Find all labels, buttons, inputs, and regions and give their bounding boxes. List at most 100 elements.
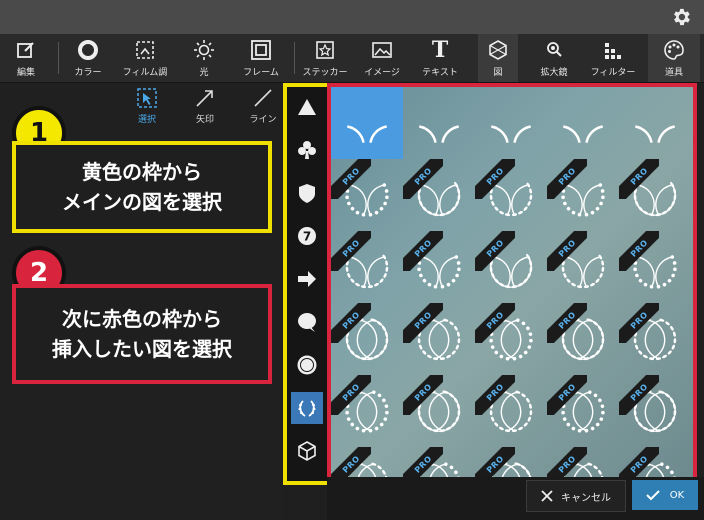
cancel-button[interactable]: キャンセル — [526, 480, 626, 512]
pro-badge: PRO — [475, 375, 515, 415]
triangle-icon — [298, 99, 316, 115]
wreath-cell[interactable]: PRO — [547, 375, 619, 447]
wreath-cell[interactable]: PRO — [331, 303, 403, 375]
pro-label: PRO — [484, 237, 506, 259]
wreath-cell[interactable]: PRO — [475, 375, 547, 447]
wreath-cell[interactable]: PRO — [475, 447, 547, 477]
wreath-cell[interactable]: PRO — [403, 303, 475, 375]
tool-label: フィルター — [590, 68, 636, 78]
shape-grid: PRO PRO PRO PRO PRO PRO PRO PRO PRO PRO PRO PRO PRO P… — [327, 83, 697, 481]
divider — [58, 42, 59, 74]
category-shield[interactable] — [291, 177, 323, 209]
wreath-cell[interactable]: PRO — [403, 375, 475, 447]
wreath-cell[interactable]: PRO — [619, 159, 691, 231]
wreath-cell[interactable] — [619, 87, 691, 159]
laurel-wreath-icon — [490, 125, 532, 144]
film-icon — [134, 39, 156, 61]
subtool-arrow[interactable]: 矢印 — [180, 83, 230, 127]
wreath-cell[interactable]: PRO — [475, 303, 547, 375]
tool-light[interactable]: 光 — [184, 34, 224, 82]
wreath-cell[interactable]: PRO — [331, 159, 403, 231]
edit-icon — [15, 39, 37, 61]
tool-shape[interactable]: 図 — [478, 34, 518, 82]
main-toolbar: 編集 カラー フィルム調 光 フレーム ステッカー イメージ T テキスト 図 … — [0, 34, 704, 83]
tool-label: テキスト — [422, 68, 458, 78]
subtool-row: 選択 矢印 ライン — [118, 83, 282, 127]
wreath-cell[interactable]: PRO — [331, 231, 403, 303]
wreath-cell[interactable]: PRO — [619, 375, 691, 447]
filter-icon — [602, 39, 624, 61]
close-icon — [541, 490, 553, 502]
category-cube[interactable] — [291, 435, 323, 467]
pro-label: PRO — [556, 381, 578, 403]
tool-color[interactable]: カラー — [66, 34, 110, 82]
tool-image[interactable]: イメージ — [360, 34, 404, 82]
callout-text: 黄色の枠から — [82, 160, 202, 184]
shield-icon — [299, 184, 315, 203]
category-number-badge[interactable]: 7 — [291, 220, 323, 252]
pro-label: PRO — [484, 381, 506, 403]
title-bar — [0, 0, 704, 34]
pro-badge: PRO — [331, 303, 371, 343]
subtool-label: ライン — [249, 115, 277, 125]
pro-label: PRO — [340, 381, 362, 403]
wreath-cell[interactable]: PRO — [619, 447, 691, 477]
tool-magnifier[interactable]: 拡大鏡 — [532, 34, 576, 82]
wreath-cell[interactable]: PRO — [331, 447, 403, 477]
pro-badge: PRO — [475, 231, 515, 271]
pro-label: PRO — [412, 309, 434, 331]
wreath-cell[interactable] — [403, 87, 475, 159]
number-badge-icon: 7 — [298, 227, 316, 245]
subtool-line[interactable]: ライン — [238, 83, 288, 127]
divider — [294, 42, 295, 74]
pro-badge: PRO — [403, 303, 443, 343]
wreath-cell[interactable]: PRO — [331, 375, 403, 447]
category-speech-bubble[interactable] — [291, 306, 323, 338]
tool-label: フィルム調 — [122, 68, 168, 78]
category-arrow[interactable] — [291, 263, 323, 295]
tool-edit[interactable]: 編集 — [6, 34, 46, 82]
pro-label: PRO — [340, 237, 362, 259]
shape-category-column: 7 — [283, 83, 331, 485]
callout-text: メインの図を選択 — [62, 190, 222, 214]
callout-box-yellow: 黄色の枠から メインの図を選択 — [12, 141, 272, 233]
settings-gear-icon[interactable] — [670, 6, 692, 28]
category-laurel[interactable] — [291, 392, 323, 424]
wreath-cell[interactable]: PRO — [403, 231, 475, 303]
wreath-cell[interactable]: PRO — [547, 303, 619, 375]
ok-button[interactable]: OK — [632, 480, 698, 510]
tool-frame[interactable]: フレーム — [236, 34, 286, 82]
wreath-cell[interactable]: PRO — [475, 159, 547, 231]
pro-label: PRO — [628, 381, 650, 403]
pro-badge: PRO — [547, 375, 587, 415]
category-club[interactable] — [291, 134, 323, 166]
category-triangle[interactable] — [291, 91, 323, 123]
wreath-cell[interactable]: PRO — [547, 159, 619, 231]
club-icon — [298, 141, 316, 159]
tool-film[interactable]: フィルム調 — [120, 34, 170, 82]
tool-tools[interactable]: 道具 — [648, 34, 700, 82]
wreath-cell[interactable] — [547, 87, 619, 159]
pro-label: PRO — [412, 453, 434, 475]
pro-badge: PRO — [403, 231, 443, 271]
pro-label: PRO — [556, 309, 578, 331]
wreath-cell[interactable] — [475, 87, 547, 159]
tool-text[interactable]: T テキスト — [418, 34, 462, 82]
wreath-cell[interactable]: PRO — [619, 303, 691, 375]
category-seal[interactable] — [291, 349, 323, 381]
tool-sticker[interactable]: ステッカー — [300, 34, 350, 82]
wreath-cell[interactable]: PRO — [547, 231, 619, 303]
wreath-cell[interactable]: PRO — [403, 159, 475, 231]
wreath-cell[interactable]: PRO — [547, 447, 619, 477]
wreath-cell[interactable] — [331, 87, 403, 159]
pro-label: PRO — [412, 237, 434, 259]
pro-label: PRO — [556, 237, 578, 259]
pro-label: PRO — [412, 165, 434, 187]
subtool-select[interactable]: 選択 — [122, 83, 172, 127]
pro-badge: PRO — [331, 447, 371, 477]
wreath-cell[interactable]: PRO — [475, 231, 547, 303]
color-icon — [77, 39, 99, 61]
wreath-cell[interactable]: PRO — [403, 447, 475, 477]
tool-filter[interactable]: フィルター — [590, 34, 636, 82]
wreath-cell[interactable]: PRO — [619, 231, 691, 303]
